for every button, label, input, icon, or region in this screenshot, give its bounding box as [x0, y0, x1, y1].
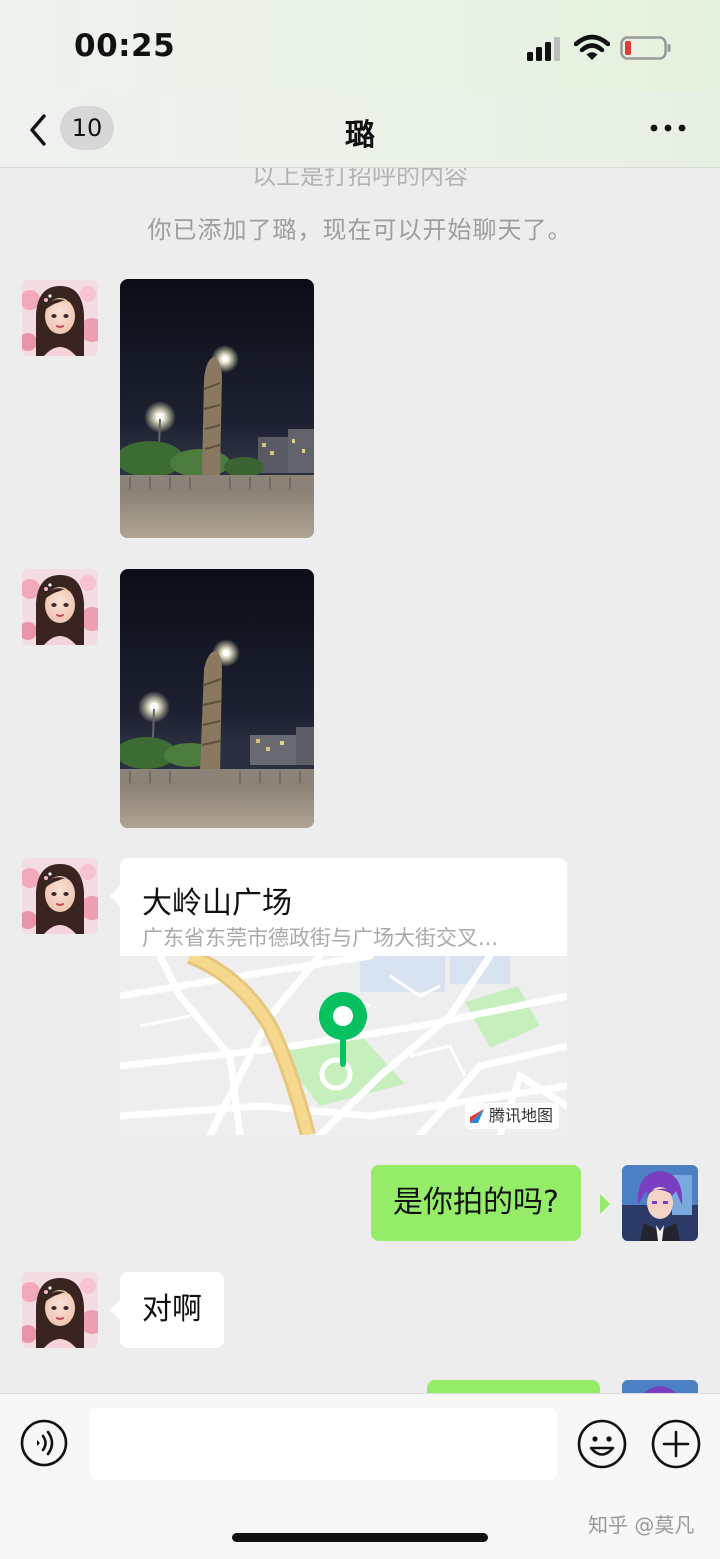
cellular-signal-icon [527, 37, 560, 61]
map-provider-label: 腾讯地图 [488, 1106, 553, 1125]
watermark-text: 知乎 @莫凡 [588, 1513, 695, 1537]
bubble-tail [110, 886, 120, 906]
image-message[interactable] [120, 569, 314, 828]
avatar-contact[interactable] [22, 280, 98, 356]
bubble-tail [110, 1300, 120, 1320]
voice-icon[interactable] [20, 1419, 68, 1467]
avatar-contact[interactable] [22, 569, 98, 645]
girl-avatar [22, 858, 98, 934]
message-list[interactable]: 以上是打招呼的内容 你已添加了璐，现在可以开始聊天了。 大岭山广场 广东省东莞市… [0, 168, 720, 1393]
message-text: 对啊 [142, 1292, 202, 1327]
battery-low-icon [620, 36, 671, 60]
anime-man-avatar [622, 1165, 698, 1241]
status-bar: 00:25 [0, 0, 720, 92]
girl-avatar [22, 280, 98, 356]
girl-avatar [22, 1272, 98, 1348]
location-title: 大岭山广场 [142, 886, 292, 921]
system-message: 你已添加了璐，现在可以开始聊天了。 [147, 216, 573, 244]
night-column-photo [120, 569, 314, 828]
status-time: 00:25 [74, 28, 176, 64]
anime-man-avatar [622, 1380, 698, 1393]
received-text-bubble[interactable]: 对啊 [120, 1272, 224, 1348]
plus-icon[interactable] [651, 1419, 701, 1469]
avatar-self[interactable] [622, 1380, 698, 1393]
avatar-contact[interactable] [22, 1272, 98, 1348]
image-message[interactable] [120, 279, 314, 538]
input-bar: 知乎 @莫凡 [0, 1393, 720, 1559]
location-address: 广东省东莞市德政街与广场大街交叉... [142, 926, 499, 950]
avatar-self[interactable] [622, 1165, 698, 1241]
map-provider-logo: 腾讯地图 [464, 1103, 559, 1129]
tencent-map-icon [469, 1109, 484, 1123]
more-dots-icon[interactable] [648, 116, 688, 140]
home-indicator[interactable] [232, 1533, 488, 1542]
battery-level [625, 41, 631, 55]
cut-off-text: 以上是打招呼的内容 [252, 168, 468, 190]
message-input[interactable] [89, 1408, 557, 1480]
emoji-icon[interactable] [577, 1419, 627, 1469]
night-column-photo [120, 279, 314, 538]
sent-text-bubble[interactable]: 是你拍的吗? [371, 1165, 581, 1241]
girl-avatar [22, 569, 98, 645]
wifi-icon [574, 34, 610, 60]
chat-header: 10 璐 [0, 92, 720, 168]
sent-text-bubble-partial[interactable] [427, 1380, 600, 1393]
location-message[interactable]: 大岭山广场 广东省东莞市德政街与广场大街交叉... 腾讯地图 [120, 858, 567, 1135]
message-text: 是你拍的吗? [393, 1185, 559, 1220]
bubble-tail [600, 1194, 610, 1214]
chat-title: 璐 [345, 118, 375, 153]
avatar-contact[interactable] [22, 858, 98, 934]
